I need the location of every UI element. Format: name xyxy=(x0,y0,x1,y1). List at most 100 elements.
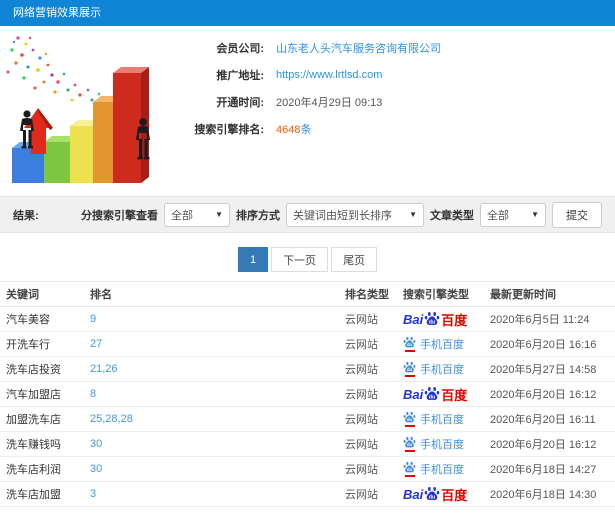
engine-cell: du 手机百度 xyxy=(403,456,490,482)
company-label: 会员公司: xyxy=(216,42,264,55)
red-underline xyxy=(404,425,415,427)
open-time-value: 2020年4月29日 09:13 xyxy=(276,96,383,109)
svg-text:du: du xyxy=(407,442,413,447)
mobile-baidu-logo: du 手机百度 xyxy=(403,461,464,477)
updated-cell: 2020年6月20日 16:11 xyxy=(490,406,615,432)
engine-filter-value: 全部 xyxy=(171,209,193,222)
result-label: 结果: xyxy=(13,209,39,222)
ranking-count-label: 搜索引擎排名: xyxy=(194,123,264,136)
rank-link[interactable]: 9 xyxy=(90,313,96,325)
page-title: 网络营销效果展示 xyxy=(13,7,101,19)
article-type-value: 全部 xyxy=(487,209,509,222)
rank-cell: 25,28,28 xyxy=(90,406,345,432)
baidu-paw-icon: du xyxy=(424,487,440,500)
filter-controls: 分搜索引擎查看 全部 ▼ 排序方式 关键词由短到长排序 ▼ 文章类型 全部 ▼ … xyxy=(81,201,602,228)
sort-select[interactable]: 关键词由短到长排序 ▼ xyxy=(286,202,424,227)
red-underline xyxy=(404,375,415,377)
submit-button[interactable]: 提交 xyxy=(552,201,602,228)
ranking-count-value: 4648条 xyxy=(276,121,311,137)
page-current[interactable]: 1 xyxy=(237,247,269,272)
rank-link[interactable]: 30 xyxy=(90,463,102,475)
rank-link[interactable]: 8 xyxy=(90,388,96,400)
keyword-cell: 洗车店加盟 xyxy=(0,481,90,507)
table-row: 洗车店投资 21,26 云网站 du 手机百度 2020年5月27日 14:58 xyxy=(0,356,615,382)
sort-label: 排序方式 xyxy=(236,209,280,222)
rank-type-cell: 云网站 xyxy=(345,406,403,432)
svg-text:du: du xyxy=(429,394,436,400)
keyword-cell: 洗车店利润 xyxy=(0,456,90,482)
mobile-baidu-logo: du 手机百度 xyxy=(403,411,464,427)
table-row: 加盟洗车店 25,28,28 云网站 du 手机百度 2020年6月20日 16… xyxy=(0,406,615,432)
member-info-panel: 会员公司: 山东老人头汽车服务咨询有限公司 推广地址: https://www.… xyxy=(178,34,608,142)
engine-cell: Bai du 百度 xyxy=(403,481,490,507)
table-row: 开洗车行 27 云网站 du 手机百度 2020年6月20日 16:16 xyxy=(0,331,615,357)
baidu-logo: Bai du 百度 xyxy=(403,486,468,503)
updated-cell: 2020年6月18日 14:27 xyxy=(490,456,615,482)
rank-type-cell: 云网站 xyxy=(345,356,403,382)
chevron-down-icon: ▼ xyxy=(215,210,223,219)
engine-cell: du 手机百度 xyxy=(403,406,490,432)
promo-url-label: 推广地址: xyxy=(216,69,264,82)
confetti-dots xyxy=(6,36,101,102)
info-row-company: 会员公司: 山东老人头汽车服务咨询有限公司 xyxy=(178,34,608,61)
open-time-label: 开通时间: xyxy=(216,96,264,109)
rank-cell: 8 xyxy=(90,381,345,407)
rank-type-cell: 云网站 xyxy=(345,306,403,332)
table-row: 洗车店利润 30 云网站 du 手机百度 2020年6月18日 14:27 xyxy=(0,456,615,482)
keywords-table: 关键词 排名 排名类型 搜索引擎类型 最新更新时间 汽车美容 9 云网站 Bai… xyxy=(0,281,615,507)
page-next-button[interactable]: 下一页 xyxy=(271,247,329,272)
baidu-paw-icon: du xyxy=(403,336,416,348)
rank-link[interactable]: 30 xyxy=(90,438,102,450)
baidu-paw-icon: du xyxy=(403,436,416,448)
info-row-open-time: 开通时间: 2020年4月29日 09:13 xyxy=(178,88,608,115)
rank-link[interactable]: 3 xyxy=(90,488,96,500)
promo-url-link[interactable]: https://www.lrtlsd.com xyxy=(276,69,382,81)
updated-cell: 2020年6月5日 11:24 xyxy=(490,306,615,332)
rank-type-cell: 云网站 xyxy=(345,456,403,482)
table-row: 洗车赚钱吗 30 云网站 du 手机百度 2020年6月20日 16:12 xyxy=(0,431,615,457)
table-header-row: 关键词 排名 排名类型 搜索引擎类型 最新更新时间 xyxy=(0,281,615,307)
growth-chart-illustration xyxy=(6,36,150,183)
red-underline xyxy=(404,450,415,452)
article-type-select[interactable]: 全部 ▼ xyxy=(480,202,546,227)
baidu-paw-icon: du xyxy=(403,461,416,473)
baidu-paw-icon: du xyxy=(403,361,416,373)
baidu-logo: Bai du 百度 xyxy=(403,386,468,403)
svg-text:du: du xyxy=(429,319,436,325)
keyword-cell: 开洗车行 xyxy=(0,331,90,357)
mobile-baidu-logo: du 手机百度 xyxy=(403,336,464,352)
engine-cell: du 手机百度 xyxy=(403,331,490,357)
page-last-button[interactable]: 尾页 xyxy=(331,247,378,272)
table-row: 洗车店加盟 3 云网站 Bai du 百度 2020年6月18日 14:30 xyxy=(0,481,615,507)
engine-filter-select[interactable]: 全部 ▼ xyxy=(164,202,230,227)
mobile-baidu-logo: du 手机百度 xyxy=(403,361,464,377)
engine-cell: du 手机百度 xyxy=(403,431,490,457)
rank-link[interactable]: 27 xyxy=(90,338,102,350)
updated-cell: 2020年6月18日 14:30 xyxy=(490,481,615,507)
article-type-label: 文章类型 xyxy=(430,209,474,222)
rank-link[interactable]: 25,28,28 xyxy=(90,413,133,425)
rank-type-cell: 云网站 xyxy=(345,481,403,507)
filter-band: 结果: 分搜索引擎查看 全部 ▼ 排序方式 关键词由短到长排序 ▼ 文章类型 全… xyxy=(0,196,615,233)
top-title-bar: 网络营销效果展示 xyxy=(0,0,615,26)
rank-cell: 21,26 xyxy=(90,356,345,382)
svg-text:du: du xyxy=(407,342,413,347)
rank-type-cell: 云网站 xyxy=(345,331,403,357)
updated-cell: 2020年6月20日 16:12 xyxy=(490,381,615,407)
baidu-paw-icon: du xyxy=(424,312,440,325)
table-row: 汽车美容 9 云网站 Bai du 百度 2020年6月5日 11:24 xyxy=(0,306,615,332)
baidu-logo: Bai du 百度 xyxy=(403,311,468,328)
updated-cell: 2020年6月20日 16:16 xyxy=(490,331,615,357)
rank-cell: 30 xyxy=(90,431,345,457)
engine-cell: Bai du 百度 xyxy=(403,306,490,332)
svg-text:du: du xyxy=(407,417,413,422)
header-updated: 最新更新时间 xyxy=(490,281,615,307)
baidu-paw-icon: du xyxy=(403,411,416,423)
engine-filter-label: 分搜索引擎查看 xyxy=(81,209,158,222)
rank-cell: 30 xyxy=(90,456,345,482)
svg-text:du: du xyxy=(407,367,413,372)
header-rank-type: 排名类型 xyxy=(345,281,403,307)
rank-link[interactable]: 21,26 xyxy=(90,363,118,375)
ranking-count-suffix: 条 xyxy=(300,123,312,136)
company-link[interactable]: 山东老人头汽车服务咨询有限公司 xyxy=(276,40,441,56)
